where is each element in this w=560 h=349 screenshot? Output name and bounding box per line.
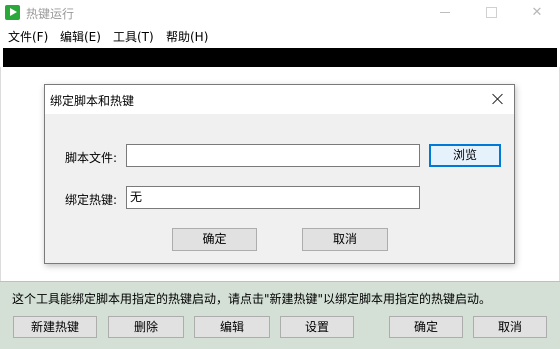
- ok-button[interactable]: 确定: [389, 316, 463, 338]
- edit-button[interactable]: 编辑: [194, 316, 270, 338]
- maximize-icon: [485, 7, 497, 18]
- dialog-title: 绑定脚本和热键: [50, 94, 135, 108]
- window-title: 热键运行: [26, 7, 75, 21]
- script-file-label: 脚本文件:: [65, 151, 118, 165]
- minimize-icon: [440, 12, 450, 13]
- hotkey-input[interactable]: 无: [126, 186, 420, 209]
- dialog-ok-button[interactable]: 确定: [172, 228, 257, 251]
- delete-button[interactable]: 删除: [108, 316, 184, 338]
- cancel-button[interactable]: 取消: [473, 316, 547, 338]
- hotkey-label: 绑定热键:: [65, 193, 118, 207]
- hotkey-list-header: [3, 48, 557, 67]
- bottom-panel: 这个工具能绑定脚本用指定的热键启动，请点击"新建热键"以绑定脚本用指定的热键启动…: [0, 281, 560, 349]
- dialog-close-icon[interactable]: [485, 87, 511, 111]
- bind-script-dialog: 绑定脚本和热键 脚本文件: 浏览 绑定热键: 无 确定 取消: [44, 84, 515, 264]
- dialog-cancel-button[interactable]: 取消: [302, 228, 388, 251]
- browse-button[interactable]: 浏览: [429, 144, 501, 167]
- maximize-button[interactable]: [468, 0, 514, 26]
- dialog-title-bar: 绑定脚本和热键: [45, 85, 514, 114]
- menu-edit[interactable]: 编辑(E): [60, 28, 101, 45]
- menu-file[interactable]: 文件(F): [8, 28, 48, 45]
- menu-help[interactable]: 帮助(H): [166, 28, 208, 45]
- close-button[interactable]: ✕: [514, 0, 560, 26]
- minimize-button[interactable]: [422, 0, 468, 26]
- close-icon: ✕: [531, 5, 543, 20]
- title-bar: 热键运行 ✕: [0, 0, 560, 26]
- menu-tools[interactable]: 工具(T): [113, 28, 154, 45]
- script-file-input[interactable]: [126, 144, 420, 167]
- settings-button[interactable]: 设置: [280, 316, 354, 338]
- hint-text: 这个工具能绑定脚本用指定的热键启动，请点击"新建热键"以绑定脚本用指定的热键启动…: [12, 292, 492, 306]
- menu-bar: 文件(F) 编辑(E) 工具(T) 帮助(H): [0, 26, 560, 46]
- app-play-icon: [5, 5, 20, 20]
- new-hotkey-button[interactable]: 新建热键: [13, 316, 97, 338]
